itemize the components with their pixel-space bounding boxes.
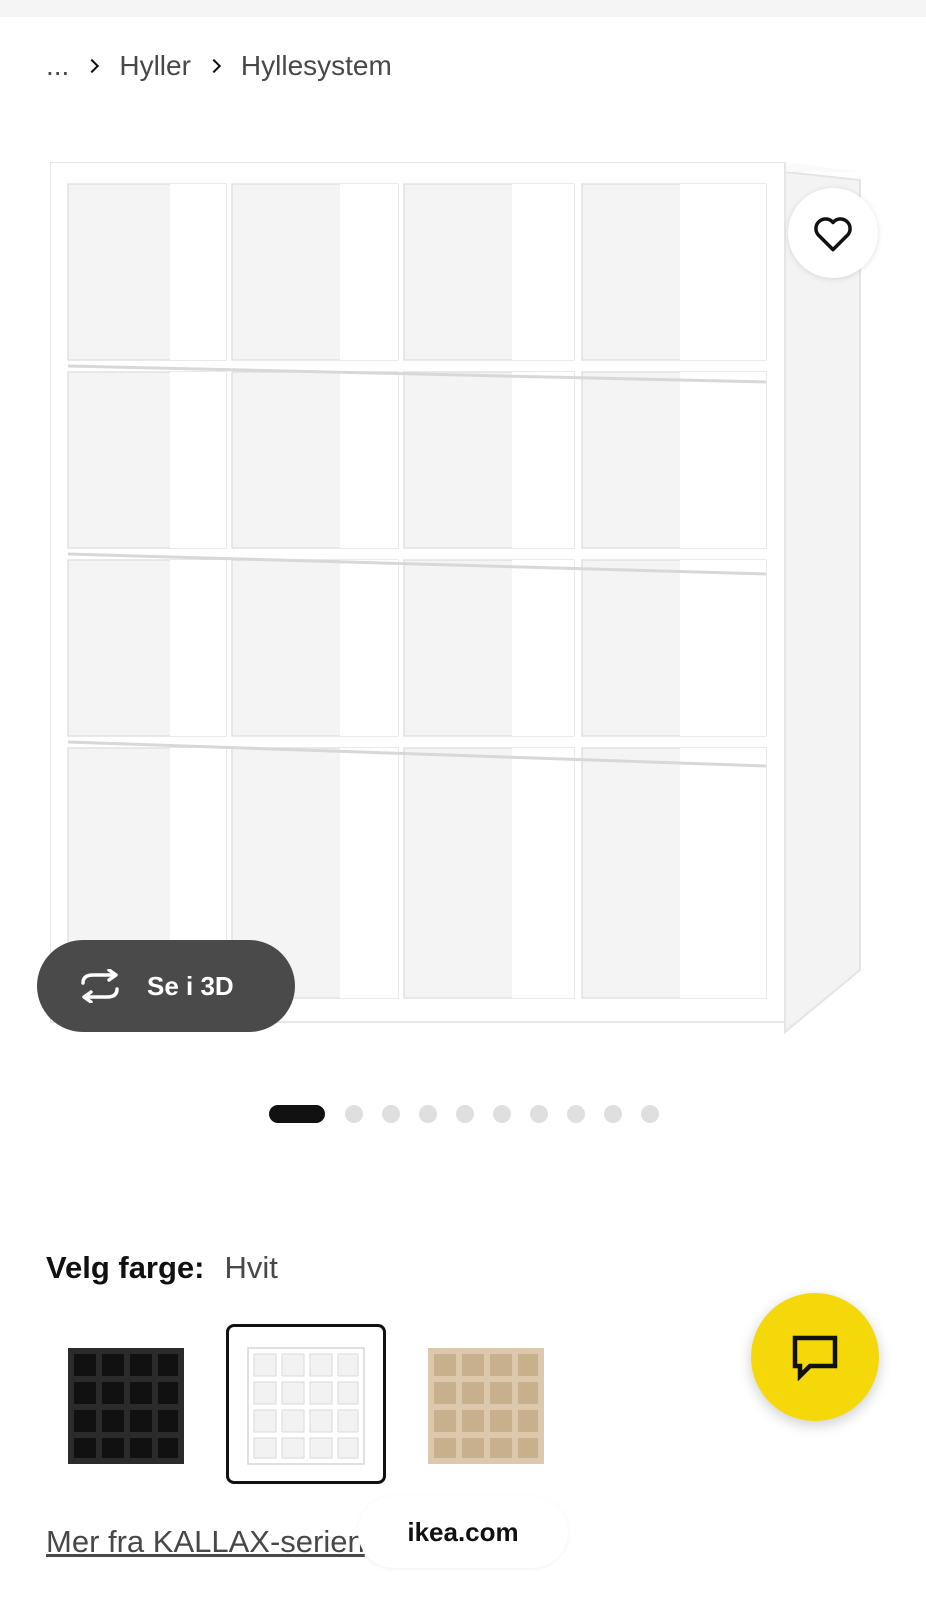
chevron-right-icon (85, 58, 100, 74)
site-url-pill[interactable]: ikea.com (358, 1496, 568, 1568)
chat-button[interactable] (751, 1293, 879, 1421)
pagination-dot[interactable] (604, 1105, 622, 1123)
product-image (50, 162, 861, 1035)
pagination-dot[interactable] (641, 1105, 659, 1123)
top-strip (0, 0, 926, 17)
shelf-thumbnail-oak (428, 1348, 544, 1464)
breadcrumb-item-hyllesystem[interactable]: Hyllesystem (241, 50, 392, 82)
selected-color-value: Hvit (224, 1250, 278, 1285)
pagination-dot[interactable] (419, 1105, 437, 1123)
pagination-dot[interactable] (456, 1105, 474, 1123)
shelf-thumbnail-black-brown (68, 1348, 184, 1464)
gallery-pagination (269, 1104, 678, 1124)
shelf-thumbnail-white (247, 1347, 365, 1465)
pagination-dot[interactable] (345, 1105, 363, 1123)
pagination-dot[interactable] (269, 1105, 325, 1123)
breadcrumb-item-hyller[interactable]: Hyller (119, 50, 191, 82)
pagination-dot[interactable] (493, 1105, 511, 1123)
color-selector-header: Velg farge: Hvit (46, 1250, 278, 1290)
view-3d-label: Se i 3D (147, 970, 234, 1001)
breadcrumb-ellipsis[interactable]: ... (46, 50, 69, 82)
product-gallery[interactable] (0, 150, 926, 1050)
series-link[interactable]: Mer fra KALLAX-serien (46, 1524, 365, 1560)
chevron-right-icon (206, 58, 221, 74)
pagination-dot[interactable] (382, 1105, 400, 1123)
rotate-arrows-icon (81, 969, 119, 1003)
color-swatch-black-brown[interactable] (46, 1324, 206, 1484)
pagination-dot[interactable] (530, 1105, 548, 1123)
view-3d-button[interactable]: Se i 3D (37, 940, 295, 1032)
chat-bubble-icon (792, 1335, 838, 1381)
pagination-dot[interactable] (567, 1105, 585, 1123)
heart-icon (814, 217, 852, 252)
color-label: Velg farge: (46, 1250, 205, 1285)
breadcrumb: ... Hyller Hyllesystem (46, 46, 392, 86)
favorite-button[interactable] (788, 188, 878, 278)
color-swatch-white[interactable] (226, 1324, 386, 1484)
color-swatch-white-stained-oak[interactable] (406, 1324, 566, 1484)
